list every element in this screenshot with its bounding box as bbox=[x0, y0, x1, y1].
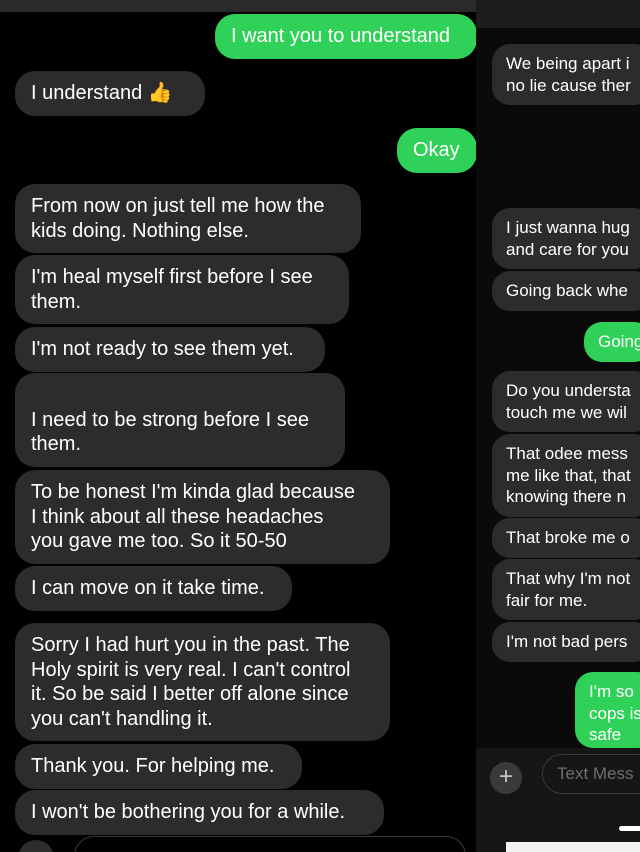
message-bubble-incoming[interactable]: That why I'm not fair for me. bbox=[492, 559, 640, 620]
message-bubble-outgoing[interactable]: Going bbox=[584, 322, 640, 362]
message-bubble-incoming[interactable]: Thank you. For helping me. bbox=[15, 744, 302, 789]
message-bubble-incoming[interactable]: Sorry I had hurt you in the past. The Ho… bbox=[15, 623, 390, 741]
message-bubble-incoming[interactable]: I need to be strong before I see them. bbox=[15, 373, 345, 467]
message-bubble-incoming[interactable]: I understand 👍 bbox=[15, 71, 205, 116]
message-bubble-incoming[interactable]: I can move on it take time. bbox=[15, 566, 292, 611]
plus-icon[interactable]: + bbox=[490, 762, 522, 794]
home-indicator bbox=[619, 826, 640, 831]
message-bubble-incoming[interactable]: We being apart i no lie cause ther bbox=[492, 44, 640, 105]
message-bubble-incoming[interactable]: Do you understa touch me we wil bbox=[492, 371, 640, 432]
message-bubble-outgoing[interactable]: Okay bbox=[397, 128, 476, 173]
message-bubble-incoming[interactable]: I just wanna hug and care for you bbox=[492, 208, 640, 269]
plus-icon[interactable] bbox=[18, 840, 54, 852]
status-bar-strip bbox=[476, 0, 640, 28]
message-input[interactable] bbox=[74, 836, 466, 852]
right-conversation-pane: We being apart i no lie cause ther I jus… bbox=[476, 0, 640, 852]
message-bubble-incoming[interactable]: I'm not bad pers bbox=[492, 622, 640, 662]
right-composer: + Text Mess bbox=[476, 748, 640, 852]
white-edge-strip bbox=[506, 842, 640, 852]
left-composer bbox=[0, 830, 476, 852]
message-bubble-incoming[interactable]: To be honest I'm kinda glad because I th… bbox=[15, 470, 390, 564]
message-bubble-incoming[interactable]: That broke me o bbox=[492, 518, 640, 558]
message-bubble-incoming[interactable]: I'm not ready to see them yet. bbox=[15, 327, 325, 372]
message-bubble-incoming[interactable]: Going back whe bbox=[492, 271, 640, 311]
message-bubble-incoming[interactable]: I'm heal myself first before I see them. bbox=[15, 255, 349, 324]
message-bubble-outgoing[interactable]: I'm so cops is safe bbox=[575, 672, 640, 748]
left-conversation-pane: I want you to understand I understand 👍 … bbox=[0, 0, 476, 852]
status-bar-strip bbox=[0, 0, 476, 12]
message-bubble-incoming[interactable]: That odee mess me like that, that knowin… bbox=[492, 434, 640, 517]
message-bubble-incoming[interactable]: I won't be bothering you for a while. bbox=[15, 790, 384, 835]
message-bubble-incoming[interactable]: From now on just tell me how the kids do… bbox=[15, 184, 361, 253]
message-bubble-outgoing[interactable]: I want you to understand bbox=[215, 14, 476, 59]
message-input[interactable]: Text Mess bbox=[542, 754, 640, 794]
